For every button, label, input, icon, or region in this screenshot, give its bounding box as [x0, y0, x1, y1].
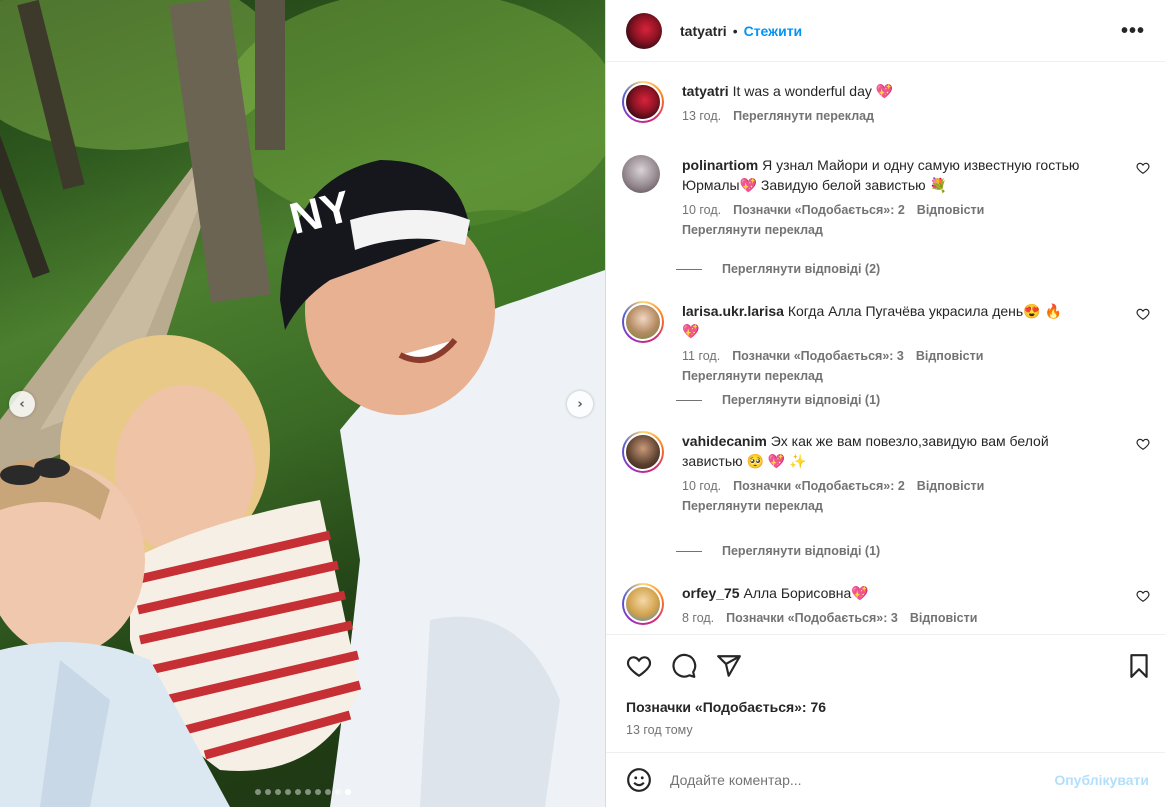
reply-button[interactable]: Відповісти [917, 203, 985, 217]
comment-input[interactable] [670, 772, 1030, 788]
comment-time[interactable]: 11 год. [682, 349, 720, 363]
carousel-dot [334, 789, 341, 795]
commenter-avatar[interactable] [622, 155, 660, 193]
post-time[interactable]: 13 год тому [626, 723, 693, 737]
view-replies-label: Переглянути відповіді (1) [722, 393, 881, 407]
likes-count[interactable]: Позначки «Подобається»: 76 [626, 699, 826, 715]
list-item: larisa.ukr.larisa Когда Алла Пугачёва ук… [622, 301, 1152, 383]
comment-likes[interactable]: Позначки «Подобається»: 2 [733, 203, 905, 217]
comment-username[interactable]: vahidecanim [682, 433, 767, 449]
caption-time[interactable]: 13 год. [682, 109, 721, 123]
carousel-next-button[interactable]: › [567, 391, 593, 417]
chevron-right-icon: › [577, 396, 583, 412]
share-icon[interactable] [716, 653, 742, 679]
commenter-avatar[interactable] [622, 583, 664, 625]
carousel-dot [324, 789, 331, 795]
carousel-indicator [0, 789, 605, 795]
post-panel: tatyatri • Стежити ••• tatyatri It was a… [606, 0, 1165, 807]
comment-time[interactable]: 10 год. [682, 479, 721, 493]
post-actions: Позначки «Подобається»: 76 13 год тому [606, 634, 1165, 752]
post-comment-button[interactable]: Опублікувати [1054, 772, 1149, 788]
carousel-dot [304, 789, 311, 795]
view-replies-label: Переглянути відповіді (1) [722, 544, 881, 558]
list-item: vahidecanim Эх как же вам повезло,завиду… [622, 431, 1152, 531]
commenter-avatar[interactable] [622, 301, 664, 343]
photo-scene: NY [0, 0, 605, 807]
follow-button[interactable]: Стежити [744, 23, 803, 39]
post-photo: NY ‹ › [0, 0, 605, 807]
like-comment-heart-icon[interactable] [1136, 161, 1150, 175]
owner-avatar[interactable] [626, 12, 662, 49]
comment-likes[interactable]: Позначки «Подобається»: 3 [732, 349, 904, 363]
list-item: orfey_75 Алла Борисовна💖 8 год. Позначки… [622, 583, 1152, 634]
bookmark-icon[interactable] [1126, 653, 1152, 679]
separator-dot: • [732, 22, 738, 39]
comments-list[interactable]: tatyatri It was a wonderful day 💖 13 год… [606, 63, 1165, 634]
carousel-prev-button[interactable]: ‹ [9, 391, 35, 417]
comment-time[interactable]: 8 год. [682, 611, 714, 625]
commenter-avatar[interactable] [622, 431, 664, 473]
post-header: tatyatri • Стежити ••• [606, 0, 1165, 62]
like-comment-heart-icon[interactable] [1136, 307, 1150, 321]
comment-username[interactable]: orfey_75 [682, 585, 740, 601]
reply-button[interactable]: Відповісти [916, 349, 984, 363]
comment-icon[interactable] [671, 653, 697, 679]
caption-avatar[interactable] [622, 81, 664, 123]
view-replies-label: Переглянути відповіді (2) [722, 262, 881, 276]
add-comment-bar: Опублікувати [606, 752, 1165, 807]
like-comment-heart-icon[interactable] [1136, 589, 1150, 603]
view-replies-button[interactable]: Переглянути відповіді (1) [676, 544, 880, 558]
reply-button[interactable]: Відповісти [917, 479, 985, 493]
more-icon[interactable]: ••• [1121, 20, 1145, 43]
translate-link[interactable]: Переглянути переклад [682, 369, 1082, 383]
caption-text: It was a wonderful day 💖 [732, 83, 894, 99]
chevron-left-icon: ‹ [19, 396, 25, 412]
comment-username[interactable]: polinartiom [682, 157, 758, 173]
translate-link[interactable]: Переглянути переклад [682, 223, 1082, 237]
carousel-dot [294, 789, 301, 795]
heart-icon[interactable] [626, 653, 652, 679]
owner-username[interactable]: tatyatri [680, 23, 727, 39]
comment-likes[interactable]: Позначки «Подобається»: 2 [733, 479, 905, 493]
reply-button[interactable]: Відповісти [910, 611, 978, 625]
carousel-dot [254, 789, 261, 795]
comment-username[interactable]: larisa.ukr.larisa [682, 303, 784, 319]
carousel-dot [274, 789, 281, 795]
emoji-icon[interactable] [626, 767, 652, 793]
view-replies-button[interactable]: Переглянути відповіді (2) [676, 262, 880, 276]
like-comment-heart-icon[interactable] [1136, 437, 1150, 451]
carousel-dot [314, 789, 321, 795]
caption-username[interactable]: tatyatri [682, 83, 729, 99]
carousel-dot [264, 789, 271, 795]
caption-translate-link[interactable]: Переглянути переклад [733, 109, 874, 123]
carousel-dot [284, 789, 291, 795]
comment-text: Алла Борисовна💖 [743, 585, 869, 601]
translate-link[interactable]: Переглянути переклад [682, 499, 1082, 513]
view-replies-button[interactable]: Переглянути відповіді (1) [676, 393, 880, 407]
comment-likes[interactable]: Позначки «Подобається»: 3 [726, 611, 898, 625]
comment-time[interactable]: 10 год. [682, 203, 721, 217]
caption: tatyatri It was a wonderful day 💖 13 год… [622, 81, 1152, 141]
carousel-dot [344, 789, 351, 795]
